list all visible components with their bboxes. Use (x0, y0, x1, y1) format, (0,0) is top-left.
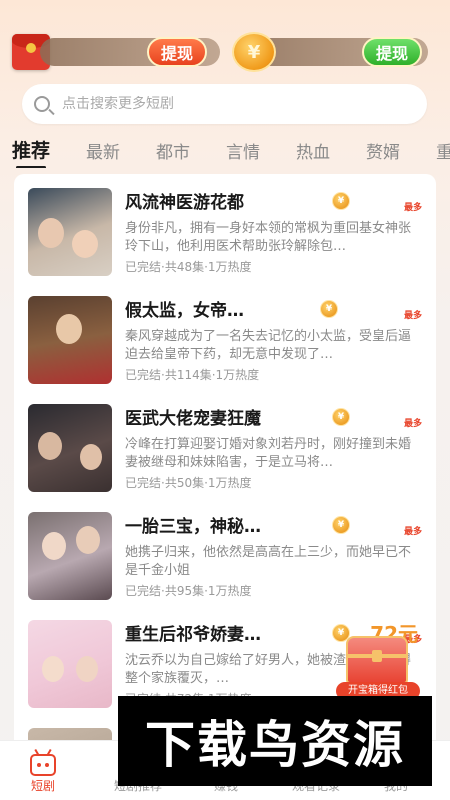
drama-title: 医武大佬宠妻狂魔 (125, 409, 261, 429)
tab-son-in-law[interactable]: 赘婿 (366, 138, 400, 163)
drama-cover[interactable] (28, 188, 112, 276)
watermark: 下载鸟资源 (118, 696, 432, 786)
status-badge: 最多 (403, 527, 422, 537)
nav-item-home[interactable]: 短剧 (3, 777, 83, 794)
tab-urban[interactable]: 都市 (156, 138, 190, 163)
search-icon (34, 96, 50, 112)
coin-icon[interactable]: ¥ (232, 32, 276, 72)
search-bar[interactable] (22, 84, 427, 124)
withdraw-cash-button[interactable]: 提现 (147, 37, 208, 67)
search-input[interactable] (62, 96, 362, 112)
treasure-box-widget[interactable]: 72元 开宝箱得红包 (336, 612, 420, 708)
tab-romance[interactable]: 言情 (226, 138, 260, 163)
drama-cover[interactable] (28, 404, 112, 492)
coin-icon: ¥ (320, 300, 338, 318)
drama-title: 一胎三宝，神秘… (125, 517, 261, 537)
reward-bar: 提现 ¥ 提现 (10, 30, 440, 74)
drama-cover[interactable] (28, 620, 112, 708)
status-badge: 最多 (403, 311, 422, 321)
drama-cover[interactable] (28, 512, 112, 600)
withdraw-coin-button[interactable]: 提现 (362, 37, 423, 67)
tv-icon-dot (37, 763, 41, 767)
drama-title: 重生后祁爷娇妻… (125, 625, 261, 645)
drama-description: 秦风穿越成为了一名失去记忆的小太监，受皇后逼迫去给皇帝下药，却无意中发现了… (125, 329, 412, 362)
status-badge: 最多 (403, 419, 422, 429)
drama-title: 风流神医游花都 (125, 193, 244, 213)
tab-more[interactable]: 重 (436, 138, 450, 163)
drama-title: 假太监，女帝… (125, 301, 244, 321)
status-badge: 最多 (403, 203, 422, 213)
drama-description: 冷峰在打算迎娶订婚对象刘若丹时，刚好撞到未婚妻被继母和妹妹陷害，于是立马将… (125, 437, 412, 470)
drama-meta: 已完结·共95集·1万热度 (125, 584, 252, 598)
treasure-chest-icon (346, 636, 408, 684)
drama-description: 身份非凡，拥有一身好本领的常枫为重回基女神张玲下山，他利用医术帮助张玲解除包… (125, 221, 412, 254)
list-item[interactable]: 风流神医游花都 ¥ 最多 身份非凡，拥有一身好本领的常枫为重回基女神张玲下山，他… (14, 178, 436, 286)
drama-cover[interactable] (28, 296, 112, 384)
tv-icon[interactable] (30, 754, 56, 776)
coin-icon: ¥ (332, 192, 350, 210)
drama-description: 她携子归来，他依然是高高在上三少，而她早已不是千金小姐 (125, 545, 412, 578)
list-item[interactable]: 假太监，女帝… ¥ 最多 秦风穿越成为了一名失去记忆的小太监，受皇后逼迫去给皇帝… (14, 286, 436, 394)
list-item[interactable]: 一胎三宝，神秘… ¥ 最多 她携子归来，他依然是高高在上三少，而她早已不是千金小… (14, 502, 436, 610)
coin-icon: ¥ (332, 516, 350, 534)
drama-meta: 已完结·共48集·1万热度 (125, 260, 252, 274)
list-item[interactable]: 医武大佬宠妻狂魔 ¥ 最多 冷峰在打算迎娶订婚对象刘若丹时，刚好撞到未婚妻被继母… (14, 394, 436, 502)
drama-meta: 已完结·共114集·1万热度 (125, 368, 260, 382)
drama-meta: 已完结·共50集·1万热度 (125, 476, 252, 490)
tab-recommend[interactable]: 推荐 (12, 136, 50, 168)
category-tabs: 推荐 最新 都市 言情 热血 赘婿 重 (0, 136, 450, 168)
tab-latest[interactable]: 最新 (86, 138, 120, 163)
tv-icon-dot (45, 763, 49, 767)
coin-icon: ¥ (332, 408, 350, 426)
tab-action[interactable]: 热血 (296, 138, 330, 163)
